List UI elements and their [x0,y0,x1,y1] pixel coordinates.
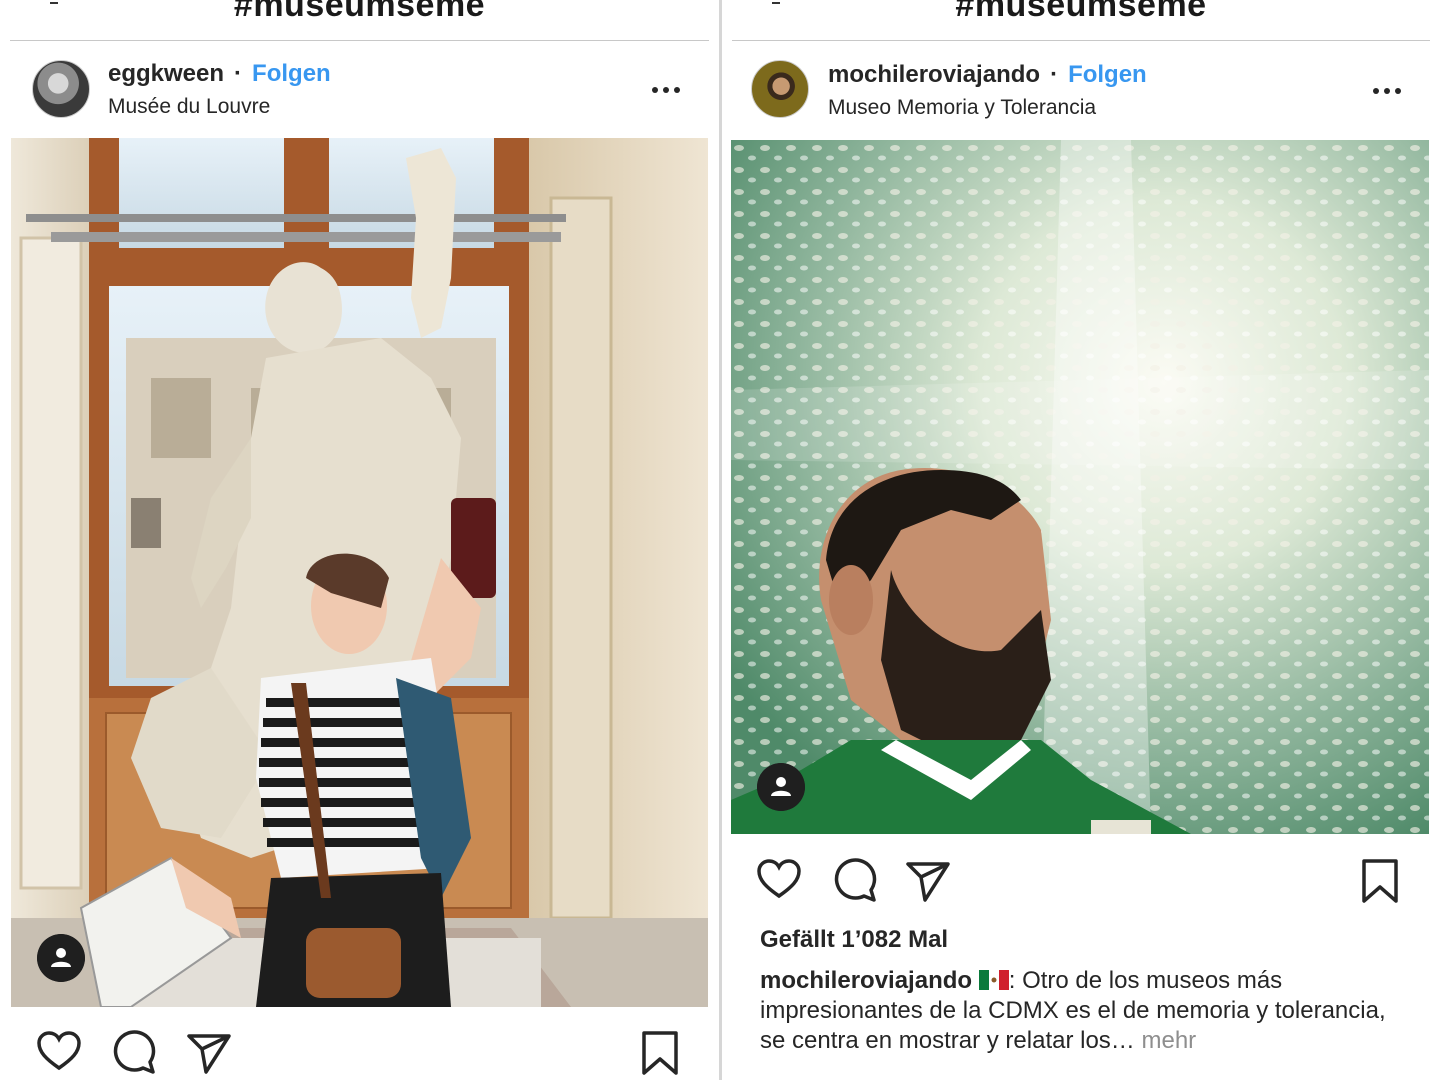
caption-username[interactable]: mochileroviajando [760,967,972,994]
separator-dot: · [1050,61,1059,88]
post-header: eggkween · Folgen Musée du Louvre [0,52,719,127]
hashtag-title: #museumseme [233,0,486,24]
share-icon[interactable] [905,858,951,902]
user-tag-icon[interactable] [757,763,805,811]
comment-icon[interactable] [831,858,877,902]
share-icon[interactable] [186,1030,232,1074]
username-link[interactable]: mochileroviajando [828,61,1040,88]
username-link[interactable]: eggkween [108,60,224,87]
hashtag-title: #museumseme [955,0,1207,24]
username-line: mochileroviajando · Folgen [828,61,1147,89]
post-header: mochileroviajando · Folgen Museo Memoria y… [722,52,1440,127]
post-photo[interactable] [731,140,1429,834]
action-bar [0,1030,719,1080]
follow-button[interactable]: Folgen [252,60,331,87]
avatar[interactable] [32,60,90,118]
avatar[interactable] [751,60,809,118]
post-photo[interactable] [11,138,708,1007]
separator-dot: · [234,60,243,87]
bookmark-icon[interactable] [640,1030,680,1076]
like-count[interactable]: Gefällt 1’082 Mal [760,926,948,954]
top-bar: #museumseme [732,0,1430,41]
more-horizontal-icon[interactable] [1372,87,1402,95]
user-tag-icon[interactable] [37,934,85,982]
action-bar [722,858,1440,908]
post-right: #museumseme mochileroviajando · Folgen Mus… [722,0,1440,1080]
heart-icon[interactable] [36,1030,82,1072]
mexico-flag-icon [978,970,1009,990]
caption: mochileroviajando : Otro de los museos m… [760,966,1400,1056]
comment-icon[interactable] [110,1030,156,1074]
location-link[interactable]: Musée du Louvre [108,95,270,119]
heart-icon[interactable] [756,858,802,900]
location-link[interactable]: Museo Memoria y Tolerancia [828,96,1096,120]
follow-button[interactable]: Folgen [1068,61,1147,88]
more-horizontal-icon[interactable] [651,86,681,94]
username-line: eggkween · Folgen [108,60,331,88]
more-link[interactable]: mehr [1135,1027,1196,1054]
bookmark-icon[interactable] [1360,858,1400,904]
top-bar: #museumseme [10,0,709,41]
post-left: #museumseme eggkween · Folgen Musée du Lou… [0,0,719,1080]
